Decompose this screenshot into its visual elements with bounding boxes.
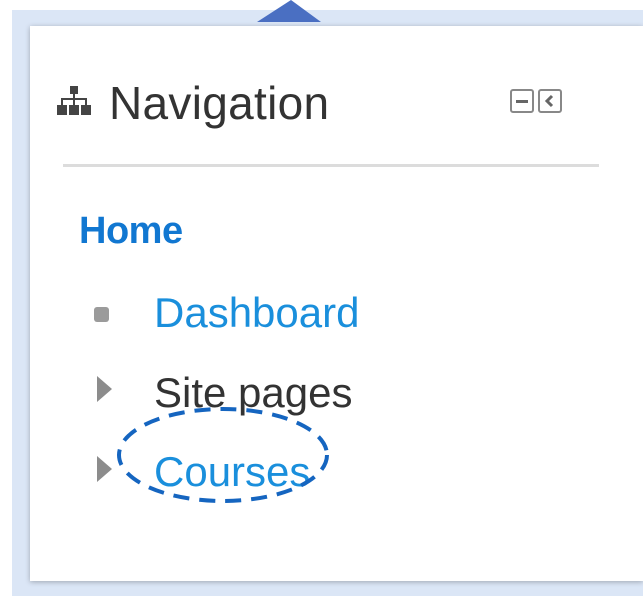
- nav-item-dashboard[interactable]: Dashboard: [154, 289, 359, 337]
- navigation-tree: Home Dashboard Site pages Courses: [30, 26, 643, 581]
- nav-home-link[interactable]: Home: [79, 209, 183, 253]
- nav-item-courses[interactable]: Courses: [154, 448, 310, 496]
- expand-triangle-icon[interactable]: [97, 376, 112, 402]
- bullet-icon: [94, 307, 109, 322]
- screenshot-stage: Navigation Home Dashboard Site pages Cou…: [0, 0, 643, 596]
- pointer-arrow-icon: [257, 0, 321, 22]
- expand-triangle-icon[interactable]: [97, 456, 112, 482]
- nav-item-site-pages[interactable]: Site pages: [154, 369, 352, 417]
- navigation-block: Navigation Home Dashboard Site pages Cou…: [30, 26, 643, 581]
